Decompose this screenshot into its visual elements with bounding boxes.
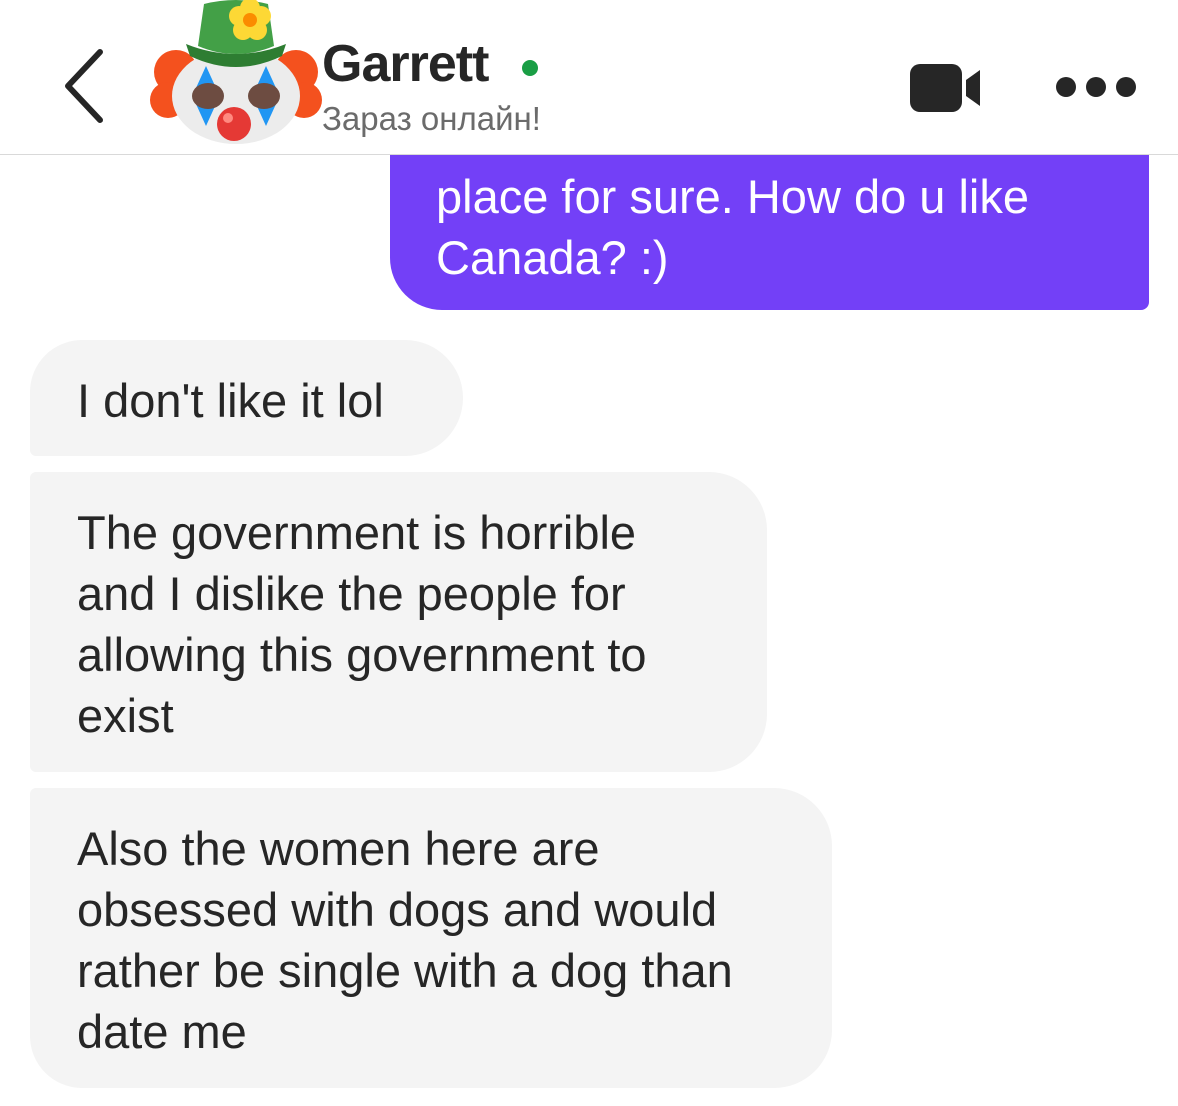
more-horizontal-icon <box>1056 77 1136 97</box>
back-button[interactable] <box>56 46 112 126</box>
presence-status: Зараз онлайн! <box>322 100 541 137</box>
video-call-button[interactable] <box>906 62 986 114</box>
avatar[interactable] <box>150 0 322 150</box>
message-thread: place for sure. How do u like Canada? :)… <box>0 0 1178 1106</box>
received-message-bubble[interactable]: I don't like it lol <box>30 340 463 456</box>
clown-face-icon <box>150 0 322 144</box>
video-camera-icon <box>910 64 980 112</box>
received-message-bubble[interactable]: The government is horrible and I dislike… <box>30 472 767 772</box>
received-message-bubble[interactable]: Also the women here are obsessed with do… <box>30 788 832 1088</box>
more-options-button[interactable] <box>1054 72 1138 102</box>
chat-header: Garrett Зараз онлайн! <box>0 0 1178 155</box>
chevron-left-icon <box>65 49 103 123</box>
online-status-dot <box>522 60 538 76</box>
contact-name[interactable]: Garrett <box>322 34 489 94</box>
